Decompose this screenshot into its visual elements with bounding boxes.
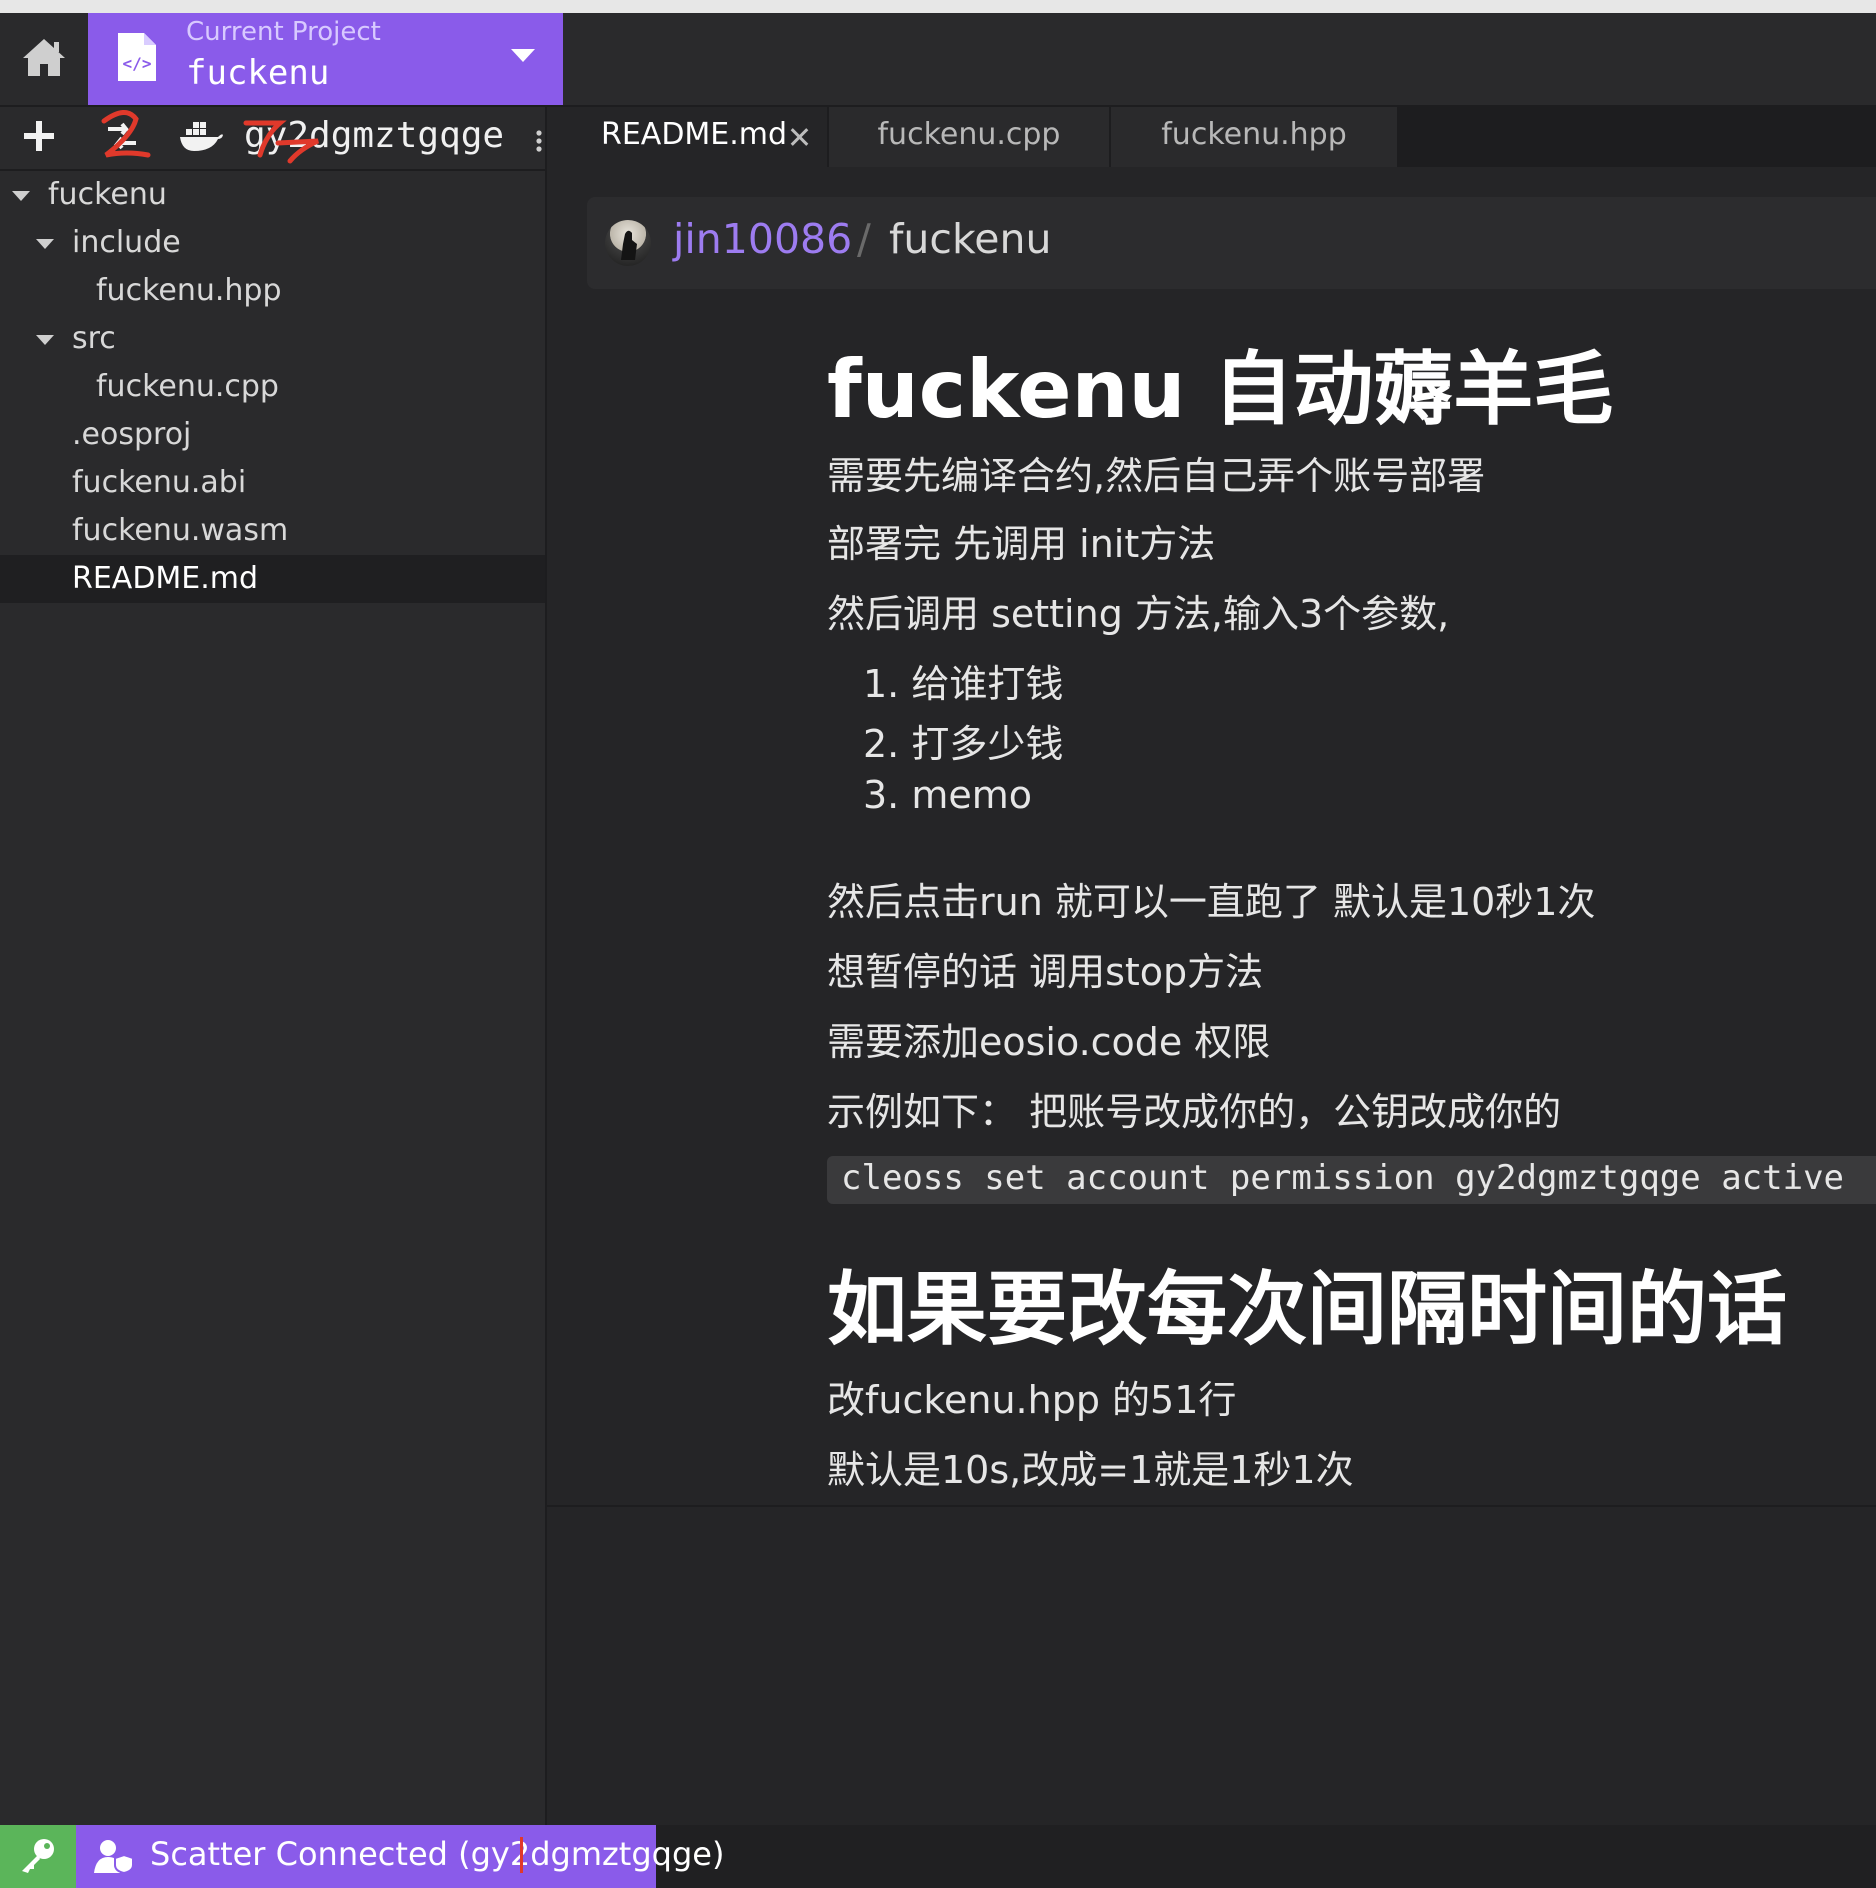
triangle-down-icon: [36, 335, 54, 345]
code-block: cleoss set account permission gy2dgmztgq…: [827, 1156, 1876, 1204]
tree-item-label: fuckenu.hpp: [96, 273, 282, 308]
project-name: fuckenu: [186, 53, 330, 93]
tab-label: README.md: [601, 117, 788, 152]
readme-paragraph: 默认是10s,改成=1就是1秒1次: [827, 1448, 1354, 1492]
readme-paragraph: 改fuckenu.hpp 的51行: [827, 1378, 1237, 1422]
editor-pane: README.md fuckenu.cpp fuckenu.hpp jin100…: [547, 107, 1876, 1825]
account-name[interactable]: gy2dgmztgqge: [244, 115, 504, 156]
scatter-status[interactable]: Scatter Connected (gy2dgmztgqge): [76, 1825, 724, 1888]
readme-paragraph: 然后调用 setting 方法,输入3个参数,: [827, 592, 1450, 636]
sidebar-toolbar: gy2dgmztgqge: [0, 107, 545, 171]
list-item: 2. 打多少钱: [863, 722, 1064, 766]
triangle-down-icon: [36, 239, 54, 249]
deploy-icon: [104, 119, 140, 157]
code-file-icon: </>: [116, 31, 158, 87]
tab-label: fuckenu.hpp: [1161, 117, 1347, 152]
new-file-button[interactable]: [22, 107, 56, 169]
file-tree: fuckenu include fuckenu.hpp src fuckenu.…: [0, 171, 545, 603]
tree-item-label: fuckenu: [48, 177, 167, 212]
caret-down-icon: [511, 49, 535, 62]
docker-icon: [178, 119, 224, 157]
tree-item-label: README.md: [72, 561, 259, 596]
key-icon: [18, 1835, 58, 1879]
readme-paragraph: 然后点击run 就可以一直跑了 默认是10秒1次: [827, 880, 1596, 924]
project-selector[interactable]: </> Current Project fuckenu: [88, 13, 563, 105]
readme-paragraph: 需要添加eosio.code 权限: [827, 1020, 1271, 1064]
editor-tabs: README.md fuckenu.cpp fuckenu.hpp: [547, 107, 1876, 167]
window-top-strip: [0, 0, 1876, 13]
repo-separator: /: [857, 215, 871, 263]
top-bar: </> Current Project fuckenu: [0, 13, 1876, 107]
repo-header: jin10086 / fuckenu: [587, 197, 1876, 289]
readme-paragraph: 想暂停的话 调用stop方法: [827, 950, 1264, 994]
repo-name: fuckenu: [889, 215, 1052, 263]
home-button[interactable]: [0, 13, 88, 105]
list-item: 3. memo: [863, 773, 1033, 817]
key-button[interactable]: [0, 1825, 76, 1888]
tab-label: fuckenu.cpp: [877, 117, 1061, 152]
tree-item-fuckenu-abi[interactable]: fuckenu.abi: [0, 459, 545, 507]
status-bar: Scatter Connected (gy2dgmztgqge): [0, 1825, 1876, 1888]
tree-item-fuckenu[interactable]: fuckenu: [0, 171, 545, 219]
file-explorer-sidebar: gy2dgmztgqge fuckenu include fuckenu.hpp…: [0, 107, 547, 1825]
tree-item-label: fuckenu.wasm: [72, 513, 289, 548]
more-icon: [536, 130, 542, 157]
project-label: Current Project: [186, 17, 381, 47]
tree-item-label: fuckenu.abi: [72, 465, 247, 500]
plus-icon: [22, 119, 56, 157]
more-options-button[interactable]: [536, 129, 542, 153]
tree-item-label: include: [72, 225, 181, 260]
code-text: cleoss set account permission gy2dgmztgq…: [841, 1158, 1845, 1198]
tree-item-readme[interactable]: README.md: [0, 555, 545, 603]
tree-item-label: .eosproj: [72, 417, 192, 452]
triangle-down-icon: [12, 191, 30, 201]
deploy-button[interactable]: [104, 107, 140, 169]
close-icon[interactable]: [789, 127, 809, 147]
readme-paragraph: 部署完 先调用 init方法: [827, 522, 1216, 566]
home-icon: [21, 36, 67, 82]
tab-fuckenu-hpp[interactable]: fuckenu.hpp: [1111, 107, 1399, 167]
tree-item-src[interactable]: src: [0, 315, 545, 363]
avatar: [605, 220, 651, 266]
tab-fuckenu-cpp[interactable]: fuckenu.cpp: [829, 107, 1111, 167]
readme-paragraph: 示例如下： 把账号改成你的，公钥改成你的: [827, 1090, 1562, 1134]
readme-paragraph: 需要先编译合约,然后自己弄个账号部署: [827, 454, 1486, 498]
tree-item-fuckenu-cpp[interactable]: fuckenu.cpp: [0, 363, 545, 411]
repo-owner-link[interactable]: jin10086: [673, 215, 852, 263]
tree-item-fuckenu-hpp[interactable]: fuckenu.hpp: [0, 267, 545, 315]
red-annotation-mark: [520, 1837, 523, 1873]
tab-readme[interactable]: README.md: [547, 107, 829, 167]
tree-item-label: fuckenu.cpp: [96, 369, 279, 404]
tree-item-include[interactable]: include: [0, 219, 545, 267]
list-item: 1. 给谁打钱: [863, 662, 1064, 706]
docker-button[interactable]: [178, 107, 224, 169]
markdown-preview: jin10086 / fuckenu fuckenu 自动薅羊毛 需要先编译合约…: [547, 167, 1876, 1507]
tree-item-eosproj[interactable]: .eosproj: [0, 411, 545, 459]
tree-item-fuckenu-wasm[interactable]: fuckenu.wasm: [0, 507, 545, 555]
scatter-status-text: Scatter Connected (gy2dgmztgqge): [150, 1835, 725, 1873]
readme-title: fuckenu 自动薅羊毛: [827, 343, 1614, 436]
readme-heading-2: 如果要改每次间隔时间的话: [827, 1263, 1787, 1356]
svg-text:</>: </>: [123, 54, 152, 73]
user-shield-icon: [94, 1839, 134, 1877]
tree-item-label: src: [72, 321, 116, 356]
